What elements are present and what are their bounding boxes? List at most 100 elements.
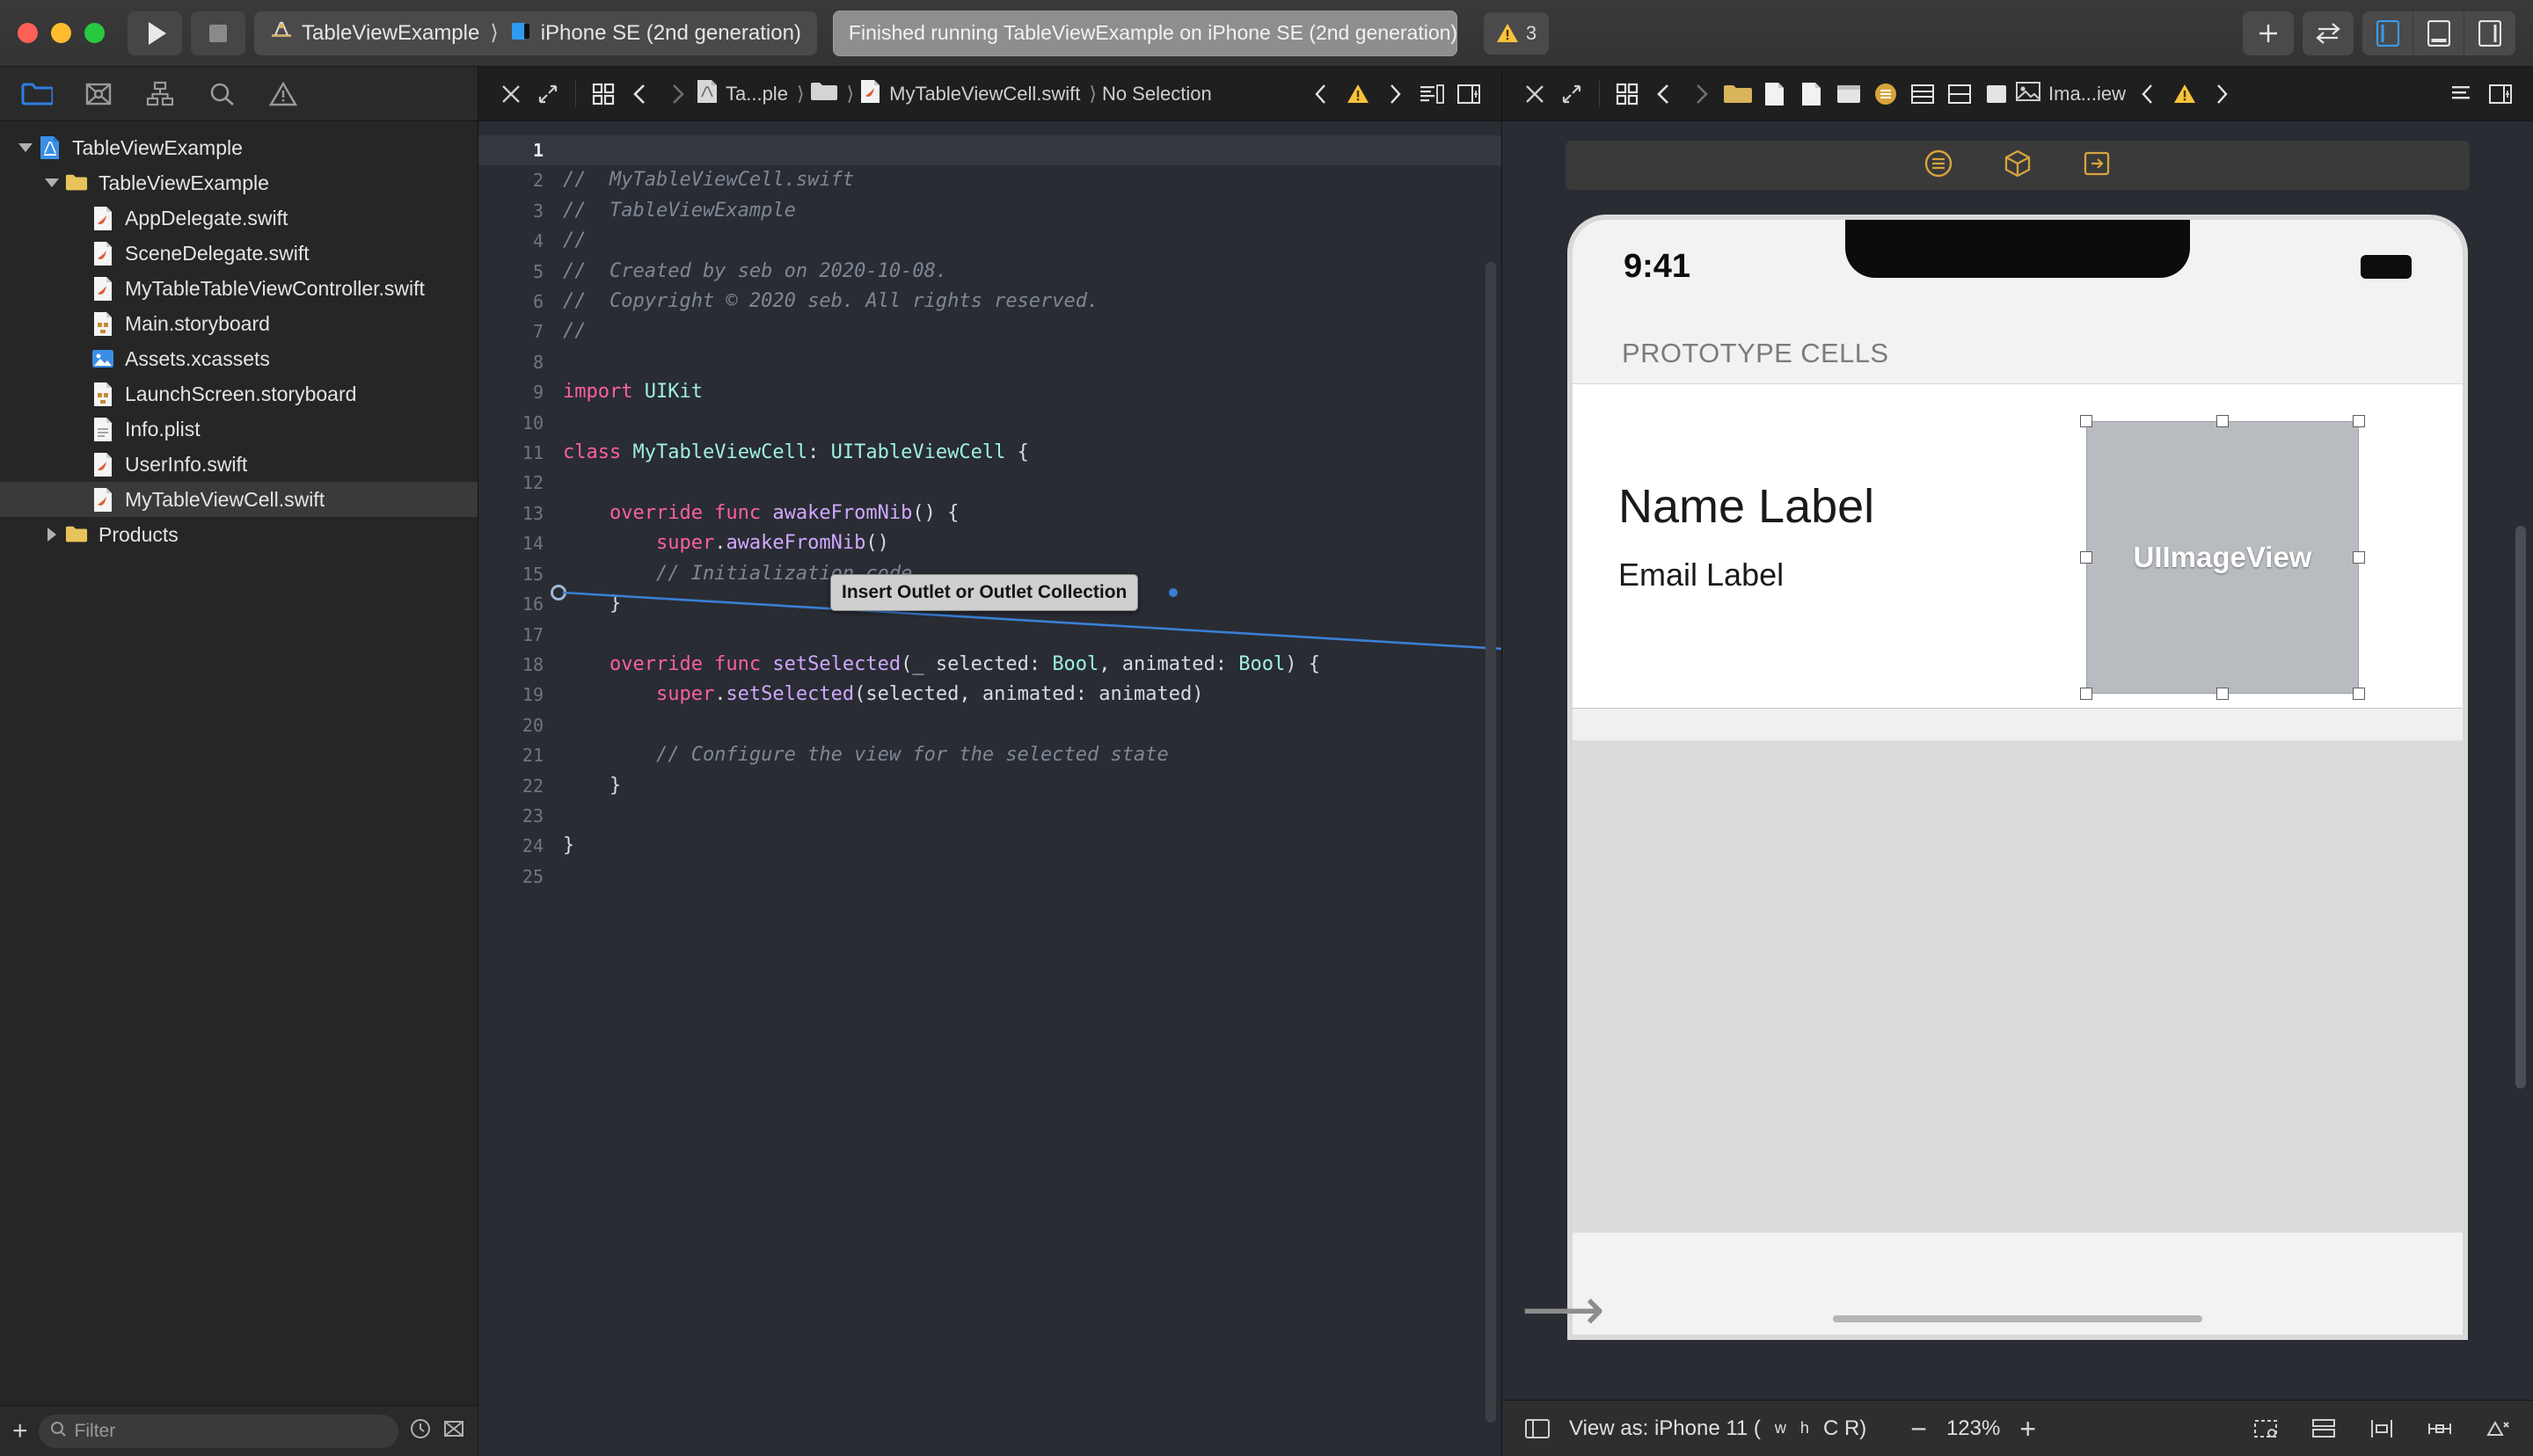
ib-doc-crumb-icon[interactable] [1793, 76, 1830, 112]
warning-triangle-icon[interactable] [1339, 76, 1376, 112]
code-line[interactable]: // Copyright © 2020 seb. All rights rese… [563, 287, 1501, 317]
tree-item-scenedelegate-swift[interactable]: SceneDelegate.swift [0, 236, 478, 271]
previous-issue-button[interactable] [1303, 76, 1339, 112]
ib-related-items-icon[interactable] [1609, 76, 1646, 112]
tree-item-appdelegate-swift[interactable]: AppDelegate.swift [0, 200, 478, 236]
code-line[interactable]: import UIKit [563, 377, 1501, 407]
ib-storyboard-crumb-icon[interactable] [1830, 76, 1867, 112]
code-line[interactable]: // MyTableViewCell.swift [563, 165, 1501, 195]
add-constraints-icon[interactable] [2422, 1413, 2457, 1445]
breadcrumb-project[interactable]: Ta...ple [696, 78, 788, 110]
name-label[interactable]: Name Label [1618, 479, 1874, 534]
resolve-issues-icon[interactable] [2480, 1413, 2515, 1445]
resize-handle-tl[interactable] [2080, 415, 2092, 427]
disclosure-triangle-down-icon[interactable] [42, 178, 62, 187]
next-issue-button[interactable] [1376, 76, 1413, 112]
ib-canvas[interactable]: 9:41 PROTOTYPE CELLS Name Label Email La… [1502, 121, 2533, 1400]
embed-in-icon[interactable] [2082, 149, 2112, 183]
tree-item-assets-xcassets[interactable]: Assets.xcassets [0, 341, 478, 376]
code-line[interactable]: } [563, 771, 1501, 801]
code-line[interactable]: // [563, 226, 1501, 256]
zoom-in-button[interactable]: + [2019, 1415, 2036, 1443]
tree-item-main-storyboard[interactable]: Main.storyboard [0, 306, 478, 341]
ib-breadcrumb-selected-element[interactable]: Ima...iew [2015, 80, 2126, 108]
ib-minimap-icon[interactable] [2445, 76, 2482, 112]
toggle-navigator-button[interactable] [2362, 11, 2413, 55]
code-line[interactable]: // [563, 317, 1501, 346]
code-line[interactable]: class MyTableViewCell: UITableViewCell { [563, 438, 1501, 468]
ib-warning-triangle-icon[interactable] [2166, 76, 2203, 112]
sidebar-item-symbol-navigator[interactable] [142, 78, 178, 110]
zoom-window-button[interactable] [84, 23, 105, 43]
prototype-cell[interactable]: Name Label Email Label UIImageView [1573, 383, 2463, 709]
code-line[interactable] [563, 347, 1501, 377]
ib-navigate-back-button[interactable] [1646, 76, 1683, 112]
navigate-back-button[interactable] [622, 76, 659, 112]
device-preview[interactable]: 9:41 PROTOTYPE CELLS Name Label Email La… [1567, 215, 2468, 1340]
code-review-button[interactable] [2303, 11, 2354, 55]
document-outline-icon[interactable] [1923, 149, 1953, 183]
tree-item-mytabletableviewcontroller-swift[interactable]: MyTableTableViewController.swift [0, 271, 478, 306]
email-label[interactable]: Email Label [1618, 557, 1784, 593]
zoom-level-label[interactable]: 123% [1946, 1416, 2000, 1441]
code-line[interactable] [563, 710, 1501, 740]
ib-file-crumb-icon[interactable] [1756, 76, 1793, 112]
outline-toggle-icon[interactable] [1520, 1413, 1555, 1445]
tree-item-info-plist[interactable]: Info.plist [0, 411, 478, 447]
tree-item-launchscreen-storyboard[interactable]: LaunchScreen.storyboard [0, 376, 478, 411]
disclosure-triangle-right-icon[interactable] [42, 528, 62, 542]
editor-vertical-scrollbar[interactable] [1485, 262, 1496, 1423]
code-line[interactable]: // Created by seb on 2020-10-08. [563, 257, 1501, 287]
resize-handle-bm[interactable] [2216, 688, 2229, 700]
resize-handle-br[interactable] [2353, 688, 2365, 700]
breadcrumb-file[interactable]: MyTableViewCell.swift [859, 78, 1080, 110]
breadcrumb-selection-label[interactable]: No Selection [1102, 83, 1212, 106]
ib-tableview-crumb-icon[interactable] [1904, 76, 1941, 112]
run-button[interactable] [128, 11, 182, 55]
filter-input[interactable]: Filter [38, 1414, 398, 1448]
outlet-connection-handle[interactable] [551, 585, 566, 601]
minimize-window-button[interactable] [51, 23, 71, 43]
related-items-icon[interactable] [585, 76, 622, 112]
code-text-area[interactable]: 1 2 3 4 5 6 7 8 9 10 11 12 13 14 15 16 17 18 19 20 21 22 23 24 2… [478, 121, 1501, 1456]
code-line[interactable]: // TableViewExample [563, 196, 1501, 226]
code-line[interactable] [563, 620, 1501, 650]
align-icon[interactable] [2364, 1413, 2399, 1445]
resize-handle-tm[interactable] [2216, 415, 2229, 427]
code-line[interactable]: super.setSelected(selected, animated: an… [563, 680, 1501, 710]
toggle-inspector-button[interactable] [2464, 11, 2515, 55]
sidebar-item-project-navigator[interactable] [19, 78, 55, 110]
stop-button[interactable] [191, 11, 245, 55]
view-as-label[interactable]: View as: iPhone 11 ( [1569, 1416, 1761, 1441]
issues-counter[interactable]: 3 [1483, 11, 1550, 55]
sidebar-item-source-control-navigator[interactable] [81, 78, 116, 110]
close-icon[interactable] [493, 76, 529, 112]
minimap-icon[interactable] [1413, 76, 1450, 112]
embed-in-stack-icon[interactable] [2306, 1413, 2341, 1445]
ib-previous-issue-button[interactable] [2129, 76, 2166, 112]
add-editor-button[interactable] [2243, 11, 2294, 55]
code-line[interactable]: override func setSelected(_ selected: Bo… [563, 650, 1501, 680]
add-file-button[interactable]: + [12, 1417, 28, 1445]
scheme-destination-control[interactable]: TableViewExample ⟩ iPhone SE (2nd genera… [254, 11, 817, 55]
disclosure-triangle-down-icon[interactable] [16, 143, 35, 152]
ib-expand-icon[interactable] [1553, 76, 1590, 112]
tree-item-tableviewexample[interactable]: TableViewExample [0, 130, 478, 165]
tree-item-tableviewexample[interactable]: TableViewExample [0, 165, 478, 200]
resize-handle-ml[interactable] [2080, 551, 2092, 564]
cube-icon[interactable] [2003, 149, 2033, 183]
code-line[interactable]: super.awakeFromNib() [563, 528, 1501, 558]
canvas-next-arrow-icon[interactable]: ⟶ [1522, 1280, 1605, 1338]
clock-icon[interactable] [409, 1417, 432, 1445]
code-line[interactable]: override func awakeFromNib() { [563, 499, 1501, 528]
source-code[interactable]: // // MyTableViewCell.swift // TableViewEx… [563, 121, 1501, 1456]
resize-handle-bl[interactable] [2080, 688, 2092, 700]
split-editor-icon[interactable] [1450, 76, 1487, 112]
ib-contentview-crumb-icon[interactable] [1978, 76, 2015, 112]
toggle-debug-area-button[interactable] [2413, 11, 2464, 55]
filter-source-control-icon[interactable] [442, 1417, 465, 1445]
ib-folder-crumb-icon[interactable] [1719, 76, 1756, 112]
resize-handle-tr[interactable] [2353, 415, 2365, 427]
code-line[interactable]: } [563, 831, 1501, 861]
ib-vertical-scrollbar[interactable] [2515, 526, 2526, 1088]
